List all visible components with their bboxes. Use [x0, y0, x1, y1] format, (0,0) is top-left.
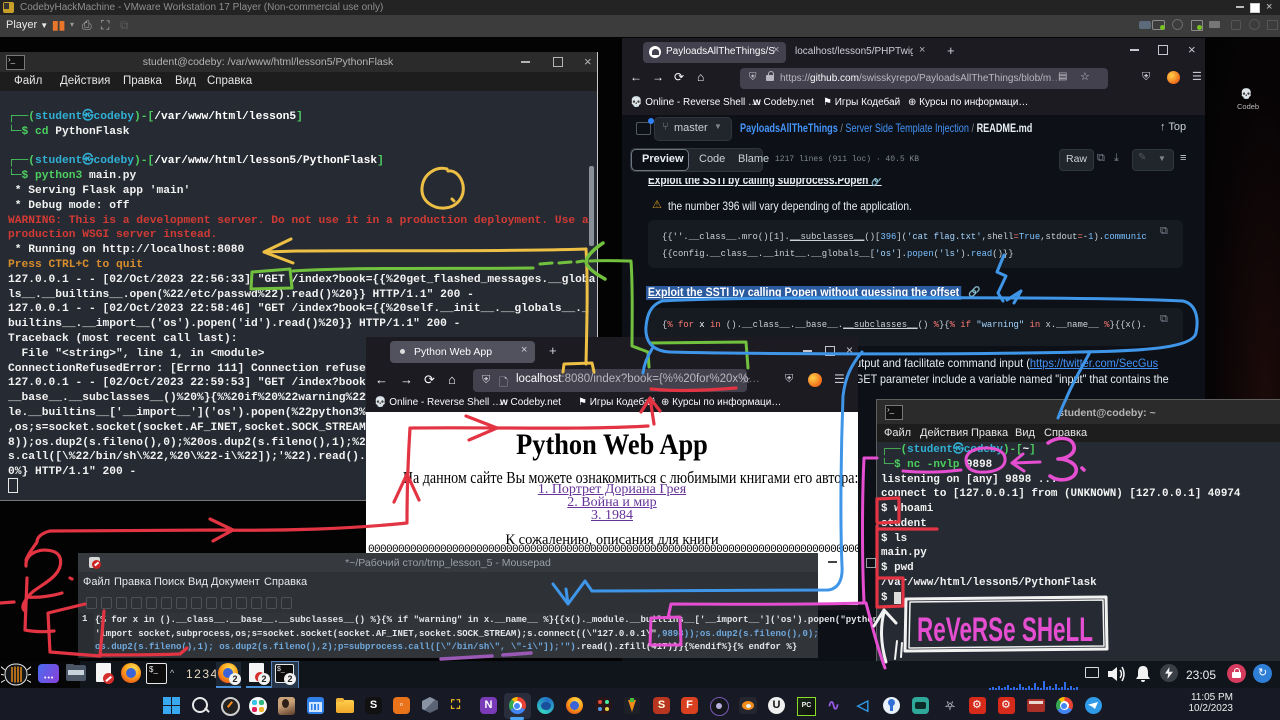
svg-text:ReVeRSe SHeLL: ReVeRSe SHeLL: [917, 610, 1093, 648]
